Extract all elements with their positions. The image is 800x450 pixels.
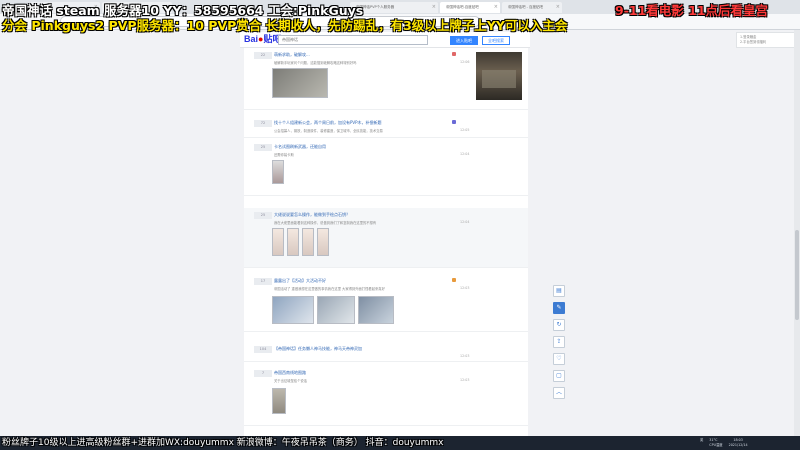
thread-time: 12:04 xyxy=(460,220,470,224)
thread-image[interactable] xyxy=(272,388,286,414)
notice-box: 1.登录赚金 2.平台签到领福利 xyxy=(736,32,798,48)
message-icon[interactable]: ▢ xyxy=(553,370,565,382)
thread-image[interactable] xyxy=(358,296,394,324)
system-tray: 英 31°C CPU温度 18:03 2021/12/14 xyxy=(700,438,748,448)
close-icon[interactable]: × xyxy=(494,2,498,13)
thread-preview: 我在大佬里面能看到这种操作，说做到我们了和复制我在这里的不想有 xyxy=(274,221,377,225)
thread-image[interactable] xyxy=(287,228,299,256)
scrollbar-thumb[interactable] xyxy=(795,230,799,320)
thread-title[interactable]: 帝国西南线地图路 xyxy=(274,370,306,376)
thread-images xyxy=(272,296,394,324)
thread-images xyxy=(272,68,328,98)
close-icon[interactable]: × xyxy=(556,2,560,13)
search-input[interactable]: 帝国神话 xyxy=(278,35,428,45)
thread-image[interactable] xyxy=(272,68,328,98)
page-scrollbar[interactable] xyxy=(794,30,800,436)
reply-count: 104 xyxy=(254,346,272,353)
reply-count: 17 xyxy=(254,278,272,285)
thread-preview: 破解新手玩家问个问题，这能搜到破解攻略这种特别好吗 xyxy=(274,61,357,65)
thread-row[interactable]: 72 找十个人组建新公会，两个周日前，加设有PVP木，补偿新题 公会招募人，钢铁… xyxy=(244,116,528,138)
document-icon[interactable]: ▤ xyxy=(553,285,565,297)
thread-row[interactable]: 104 【帝国神话】任务懒人神马技能，神马天帝神灵加 12:03 xyxy=(244,342,528,362)
thread-images xyxy=(272,160,284,184)
browser-tab-active[interactable]: 帝国神话吧-百度贴吧 × xyxy=(440,2,500,13)
thread-list: 22 萌新求助，破解攻... 破解新手玩家问个问题，这能搜到破解攻略这种特别好吗… xyxy=(244,48,528,440)
thread-images xyxy=(272,228,329,256)
thread-time: 12:04 xyxy=(460,152,470,156)
reply-count: 25 xyxy=(254,144,272,151)
stream-overlay-schedule: 9-11看电影 11点后看皇宫 xyxy=(615,3,769,18)
thread-row[interactable]: 25 大佬说说要怎么操作，能做到手绘点石钥？ 我在大佬里面能看到这种操作，说做到… xyxy=(244,208,528,268)
thread-image[interactable] xyxy=(272,296,314,324)
thread-time: 12:03 xyxy=(460,378,470,382)
edit-icon[interactable]: ✎ xyxy=(553,302,565,314)
baidu-logo[interactable]: Bai●贴吧 xyxy=(244,34,281,45)
thread-preview: 公会招募人，钢铁，制造原件，装修建造，保卫城市，全民技能，技术交易 xyxy=(274,129,383,133)
thread-preview: 帝国活动了 重做我想在这里做的事情我在这里 大家得到外面打怪看起来真好 xyxy=(274,287,385,291)
thread-title[interactable]: 露露出了【活动】大活动不好 xyxy=(274,278,326,284)
thread-images xyxy=(272,388,286,414)
thread-row[interactable]: 7 帝国西南线地图路 关于出征城堡给个说话 12:03 xyxy=(244,366,528,426)
thread-title[interactable]: 【帝国神话】任务懒人神马技能，神马天帝神灵加 xyxy=(274,346,362,352)
enter-tieba-button[interactable]: 进入贴吧 xyxy=(450,36,478,45)
thread-time: 12:05 xyxy=(460,128,470,132)
back-to-top-icon[interactable]: ︿ xyxy=(553,387,565,399)
close-icon[interactable]: × xyxy=(432,2,436,13)
thread-title[interactable]: 大佬说说要怎么操作，能做到手绘点石钥？ xyxy=(274,212,350,218)
thread-image[interactable] xyxy=(272,160,284,184)
thread-row[interactable]: 25 卡名试图刷新武器，还能自用 还需你装卡斯 12:04 xyxy=(244,140,528,196)
ime-indicator[interactable]: 英 xyxy=(700,438,703,448)
thread-image[interactable] xyxy=(317,296,355,324)
stream-overlay-guild-info: 分会 Pinkguys2 PVP服务器：10 PVP赏合 长期收人，先防踢乱，有… xyxy=(2,18,568,33)
clock[interactable]: 18:03 2021/12/14 xyxy=(729,438,748,448)
thread-preview: 还需你装卡斯 xyxy=(274,153,294,157)
reply-count: 22 xyxy=(254,52,272,59)
thread-time: 12:03 xyxy=(460,286,470,290)
side-video-thumbnail[interactable] xyxy=(476,52,522,100)
video-scene xyxy=(482,70,516,88)
badge-icon xyxy=(452,120,456,124)
hot-badge-icon xyxy=(452,278,456,282)
reply-count: 72 xyxy=(254,120,272,127)
float-toolbar: ▤ ✎ ↻ ⇪ ♡ ▢ ︿ xyxy=(553,285,567,404)
thread-time: 12:06 xyxy=(460,60,470,64)
thread-time: 12:03 xyxy=(460,354,470,358)
heart-icon[interactable]: ♡ xyxy=(553,353,565,365)
thread-title[interactable]: 萌新求助，破解攻... xyxy=(274,52,310,58)
cpu-temp: 31°C CPU温度 xyxy=(709,438,723,447)
browser-tab[interactable]: 帝国神话吧 - 百度贴吧 × xyxy=(502,2,562,13)
search-all-button[interactable]: 全吧搜索 xyxy=(482,36,510,45)
thread-title[interactable]: 卡名试图刷新武器，还能自用 xyxy=(274,144,326,150)
notice-line[interactable]: 2.平台签到领福利 xyxy=(740,40,794,45)
share-icon[interactable]: ⇪ xyxy=(553,336,565,348)
refresh-icon[interactable]: ↻ xyxy=(553,319,565,331)
thread-preview: 关于出征城堡给个说话 xyxy=(274,379,307,383)
hot-badge-icon xyxy=(452,52,456,56)
reply-count: 25 xyxy=(254,212,272,219)
stream-ticker: 粉丝牌子10级以上进高级粉丝群+进群加WX:douyummx 新浪微博：午夜吊吊… xyxy=(2,438,444,448)
thread-row[interactable]: 17 露露出了【活动】大活动不好 帝国活动了 重做我想在这里做的事情我在这里 大… xyxy=(244,274,528,332)
thread-title[interactable]: 找十个人组建新公会，两个周日前，加设有PVP木，补偿新题 xyxy=(274,120,382,126)
thread-image[interactable] xyxy=(317,228,329,256)
thread-image[interactable] xyxy=(272,228,284,256)
thread-image[interactable] xyxy=(302,228,314,256)
reply-count: 7 xyxy=(254,370,272,377)
